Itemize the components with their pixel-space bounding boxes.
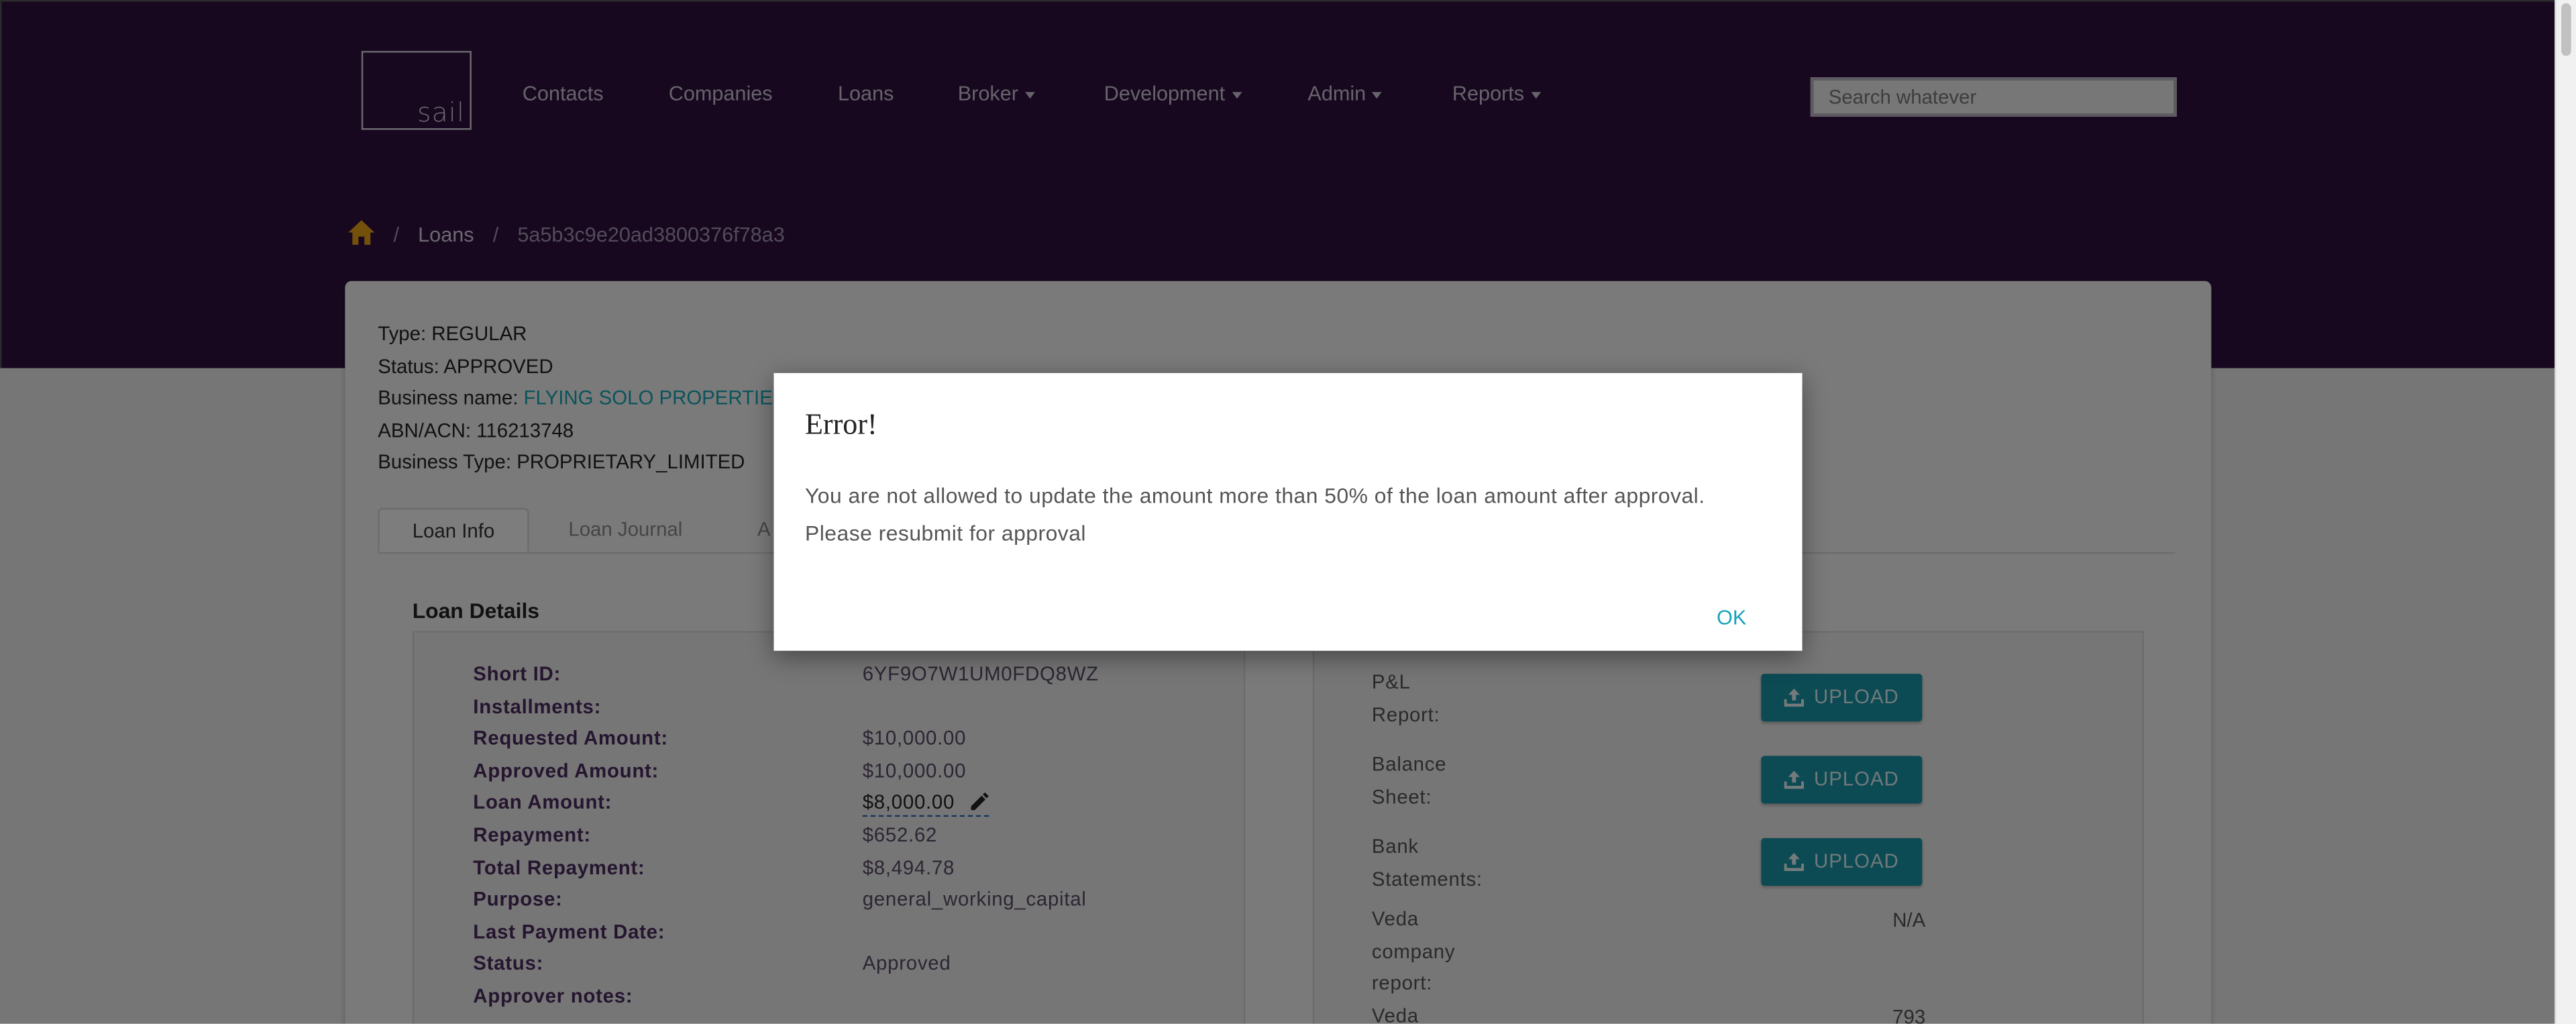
scrollbar[interactable] [2555, 0, 2576, 1024]
error-dialog: Error! You are not allowed to update the… [773, 372, 1803, 651]
dialog-message: You are not allowed to update the amount… [805, 476, 1774, 552]
ok-button[interactable]: OK [1717, 607, 1746, 629]
dialog-message-line: You are not allowed to update the amount… [805, 483, 1705, 508]
scrollbar-thumb[interactable] [2561, 3, 2571, 56]
dialog-title: Error! [805, 407, 877, 441]
viewport: sail Contacts Companies Loans Broker Dev… [0, 0, 2576, 1024]
dialog-message-line: Please resubmit for approval [805, 521, 1086, 546]
